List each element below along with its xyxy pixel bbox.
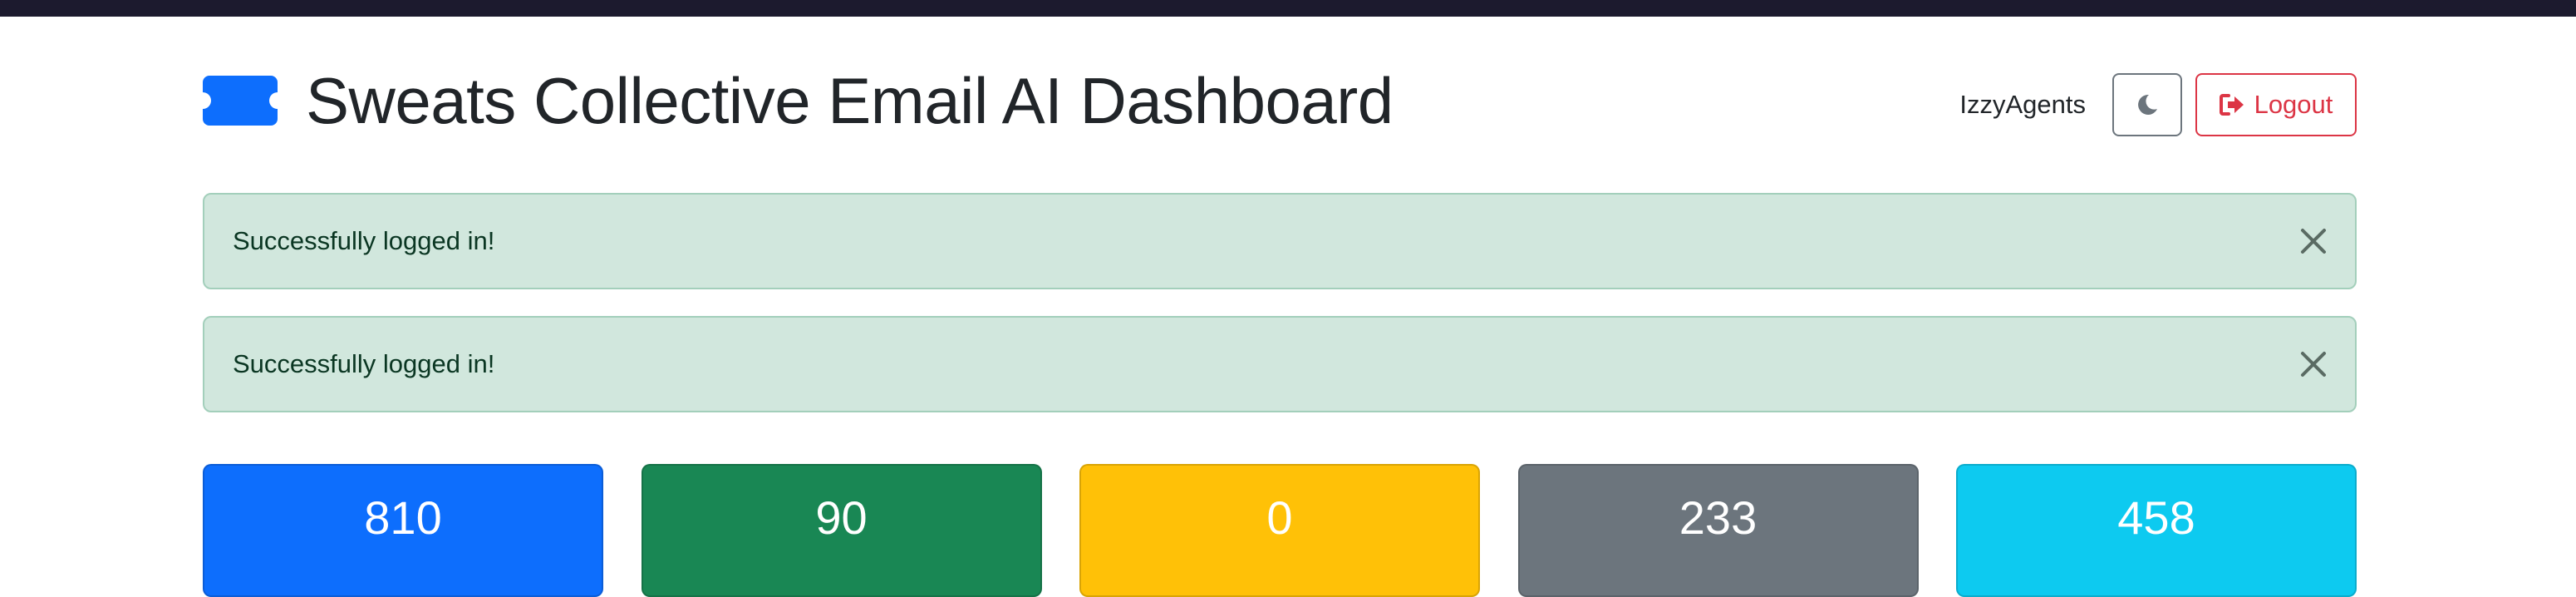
page-title: Sweats Collective Email AI Dashboard — [306, 64, 1394, 137]
stats-row: 810 90 0 233 458 — [203, 464, 2357, 597]
close-icon — [2301, 352, 2326, 377]
stat-card: 458 — [1956, 464, 2357, 597]
theme-toggle-button[interactable] — [2112, 73, 2182, 136]
stat-value: 458 — [2117, 491, 2195, 544]
stat-card: 233 — [1517, 464, 1919, 597]
logout-button[interactable]: Logout — [2195, 73, 2357, 136]
ticket-icon — [203, 76, 278, 126]
stat-value: 90 — [815, 491, 868, 544]
browser-top-bar — [0, 0, 2576, 17]
user-area: IzzyAgents Logout — [1959, 73, 2357, 136]
sign-out-icon — [2219, 94, 2244, 116]
page-header: Sweats Collective Email AI Dashboard Izz… — [203, 17, 2357, 193]
stat-card: 90 — [641, 464, 1042, 597]
alert-message: Successfully logged in! — [233, 226, 495, 255]
alert-close-button[interactable] — [2297, 348, 2330, 381]
moon-icon — [2138, 94, 2157, 115]
dashboard-container: Sweats Collective Email AI Dashboard Izz… — [203, 17, 2357, 597]
stat-card: 810 — [203, 464, 603, 597]
stat-value: 810 — [364, 491, 442, 544]
success-alert: Successfully logged in! — [203, 316, 2357, 412]
alert-close-button[interactable] — [2297, 224, 2330, 258]
stat-value: 233 — [1679, 491, 1757, 544]
logout-label: Logout — [2254, 90, 2333, 119]
alert-message: Successfully logged in! — [233, 349, 495, 378]
username: IzzyAgents — [1959, 90, 2086, 119]
stat-value: 0 — [1266, 491, 1293, 544]
stat-card: 0 — [1079, 464, 1480, 597]
title-group: Sweats Collective Email AI Dashboard — [203, 68, 1394, 133]
close-icon — [2301, 229, 2326, 254]
success-alert: Successfully logged in! — [203, 193, 2357, 289]
